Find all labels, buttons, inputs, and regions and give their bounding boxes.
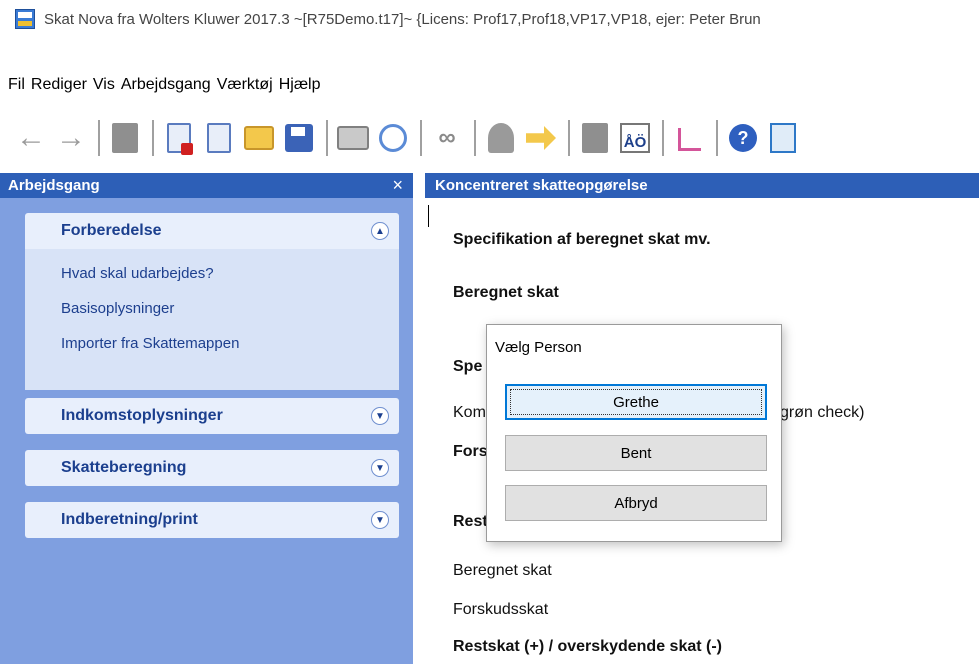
section-label: Forberedelse — [61, 222, 162, 239]
dialog-title: Vælg Person — [495, 339, 582, 356]
link-importer-fra-skattemappen[interactable]: Importer fra Skattemappen — [61, 333, 399, 368]
bent-button[interactable]: Bent — [505, 435, 767, 471]
open-folder-icon[interactable] — [242, 121, 276, 155]
heading-beregnet-skat: Beregnet skat — [453, 284, 559, 301]
toolbar-separator — [98, 120, 100, 156]
heading-specifikation: Specifikation af beregnet skat mv. — [453, 231, 711, 248]
select-person-dialog: Vælg Person Grethe Bent Afbryd — [486, 324, 782, 542]
workflow-pane: Arbejdsgang × Forberedelse ▲ Hvad skal u… — [0, 173, 413, 664]
link-hvad-skal-udarbejdes[interactable]: Hvad skal udarbejdes? — [61, 263, 399, 298]
toolbar-separator — [662, 120, 664, 156]
person-icon[interactable] — [484, 121, 518, 155]
print-icon[interactable] — [336, 121, 370, 155]
window-title: Skat Nova fra Wolters Kluwer 2017.3 ~[R7… — [44, 10, 761, 28]
text-restskat: Restskat (+) / overskydende skat (-) — [453, 638, 722, 655]
delete-document-icon[interactable] — [202, 121, 236, 155]
print-preview-icon[interactable] — [376, 121, 410, 155]
section-indberetning-print: Indberetning/print ▼ — [25, 502, 399, 538]
text-kom: Kom — [453, 404, 486, 421]
section-header-skatteberegning[interactable]: Skatteberegning ▼ — [25, 450, 399, 486]
toolbar-separator — [568, 120, 570, 156]
back-arrow-icon[interactable]: ← — [14, 121, 48, 155]
close-icon[interactable]: × — [392, 175, 403, 196]
book-icon[interactable] — [108, 121, 142, 155]
text-forskudsskat: Forskudsskat — [453, 601, 549, 618]
content-header: Koncentreret skatteopgørelse — [425, 173, 979, 198]
section-label: Indkomstoplysninger — [61, 407, 223, 424]
grethe-button[interactable]: Grethe — [505, 384, 767, 420]
section-label: Indberetning/print — [61, 511, 198, 528]
app-icon — [15, 9, 35, 29]
section-header-forberedelse[interactable]: Forberedelse ▲ — [25, 213, 399, 249]
pane-splitter[interactable] — [413, 173, 425, 664]
spell-check-icon[interactable]: ÅÖ — [618, 121, 652, 155]
section-body-forberedelse: Hvad skal udarbejdes? Basisoplysninger I… — [25, 249, 399, 390]
chevron-down-icon[interactable]: ▼ — [371, 459, 389, 477]
toolbar-separator — [716, 120, 718, 156]
toolbar-separator — [326, 120, 328, 156]
link-basisoplysninger[interactable]: Basisoplysninger — [61, 298, 399, 333]
workflow-pane-header: Arbejdsgang × — [0, 173, 413, 198]
help-icon[interactable]: ? — [726, 121, 760, 155]
menu-bar: Fil Rediger Vis Arbejdsgang Værktøj Hjæl… — [0, 70, 327, 100]
import-arrow-icon[interactable] — [524, 121, 558, 155]
menu-hjaelp[interactable]: Hjælp — [279, 76, 321, 94]
add-document-icon[interactable] — [766, 121, 800, 155]
chevron-down-icon[interactable]: ▼ — [371, 407, 389, 425]
workflow-pane-title: Arbejdsgang — [8, 177, 100, 194]
menu-arbejdsgang[interactable]: Arbejdsgang — [121, 76, 211, 94]
save-icon[interactable] — [282, 121, 316, 155]
toolbar-separator — [474, 120, 476, 156]
menu-vaerktoej[interactable]: Værktøj — [217, 76, 273, 94]
new-document-icon[interactable] — [162, 121, 196, 155]
section-skatteberegning: Skatteberegning ▼ — [25, 450, 399, 486]
section-header-indkomstoplysninger[interactable]: Indkomstoplysninger ▼ — [25, 398, 399, 434]
check-icon[interactable] — [672, 121, 706, 155]
toolbar-separator — [420, 120, 422, 156]
menu-rediger[interactable]: Rediger — [31, 76, 87, 94]
toolbar-separator — [152, 120, 154, 156]
chevron-down-icon[interactable]: ▼ — [371, 511, 389, 529]
menu-fil[interactable]: Fil — [8, 76, 25, 94]
forward-arrow-icon[interactable]: → — [54, 121, 88, 155]
text-groen-check: grøn check) — [780, 404, 865, 421]
section-forberedelse: Forberedelse ▲ Hvad skal udarbejdes? Bas… — [25, 213, 399, 390]
content-title: Koncentreret skatteopgørelse — [435, 177, 648, 194]
text-beregnet-skat: Beregnet skat — [453, 562, 552, 579]
title-bar: Skat Nova fra Wolters Kluwer 2017.3 ~[R7… — [0, 0, 979, 38]
menu-vis[interactable]: Vis — [93, 76, 115, 94]
section-indkomstoplysninger: Indkomstoplysninger ▼ — [25, 398, 399, 434]
heading-spe: Spe — [453, 358, 483, 375]
toolbar: ← → ∞ ÅÖ ? — [0, 113, 979, 163]
section-header-indberetning-print[interactable]: Indberetning/print ▼ — [25, 502, 399, 538]
chevron-up-icon[interactable]: ▲ — [371, 222, 389, 240]
heading-rest: Rest — [453, 513, 488, 530]
document-gray-icon[interactable] — [578, 121, 612, 155]
section-label: Skatteberegning — [61, 459, 187, 476]
link-icon[interactable]: ∞ — [430, 121, 464, 155]
heading-fors: Fors — [453, 443, 488, 460]
afbryd-button[interactable]: Afbryd — [505, 485, 767, 521]
text-cursor — [428, 205, 429, 227]
